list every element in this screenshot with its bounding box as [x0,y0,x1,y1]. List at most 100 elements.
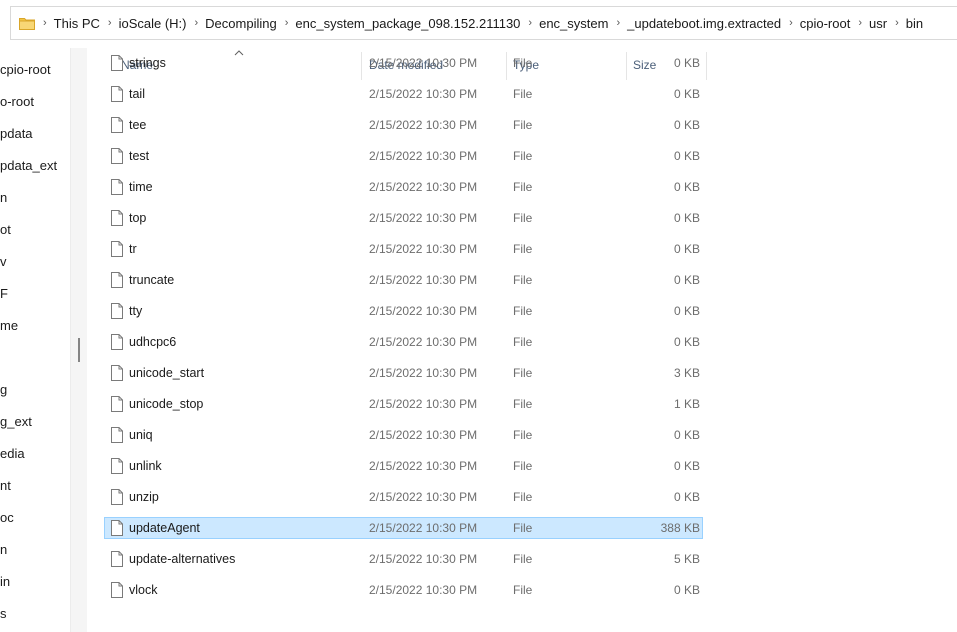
file-size: 0 KB [673,242,700,256]
file-row[interactable]: unlink 2/15/2022 10:30 PM File 0 KB [104,455,703,477]
file-name: tail [129,87,145,101]
file-row[interactable]: strings 2/15/2022 10:30 PM File 0 KB [104,52,703,74]
breadcrumb-item[interactable]: enc_system [539,16,608,31]
file-name: update-alternatives [129,552,236,566]
nav-item[interactable]: g [0,382,7,398]
breadcrumb-item[interactable]: Decompiling [205,16,277,31]
file-row[interactable]: test 2/15/2022 10:30 PM File 0 KB [104,145,703,167]
nav-item[interactable]: n [0,542,7,558]
file-name: strings [129,56,166,70]
file-list[interactable]: Name Date modified Type Size strings 2/15… [88,48,957,632]
nav-item[interactable]: pdata_ext [0,158,57,174]
file-type: File [513,87,533,101]
file-date-modified: 2/15/2022 10:30 PM [369,397,478,411]
file-date-modified: 2/15/2022 10:30 PM [369,459,478,473]
file-icon [111,458,123,474]
file-icon [111,179,123,195]
file-name: unzip [129,490,159,504]
file-icon [111,582,123,598]
nav-item[interactable]: in [0,574,10,590]
file-name: test [129,149,150,163]
file-row[interactable]: time 2/15/2022 10:30 PM File 0 KB [104,176,703,198]
breadcrumb-item[interactable]: This PC [54,16,100,31]
chevron-right-icon[interactable]: › [789,17,793,29]
breadcrumb-item[interactable]: bin [906,16,923,31]
file-row[interactable]: udhcpc6 2/15/2022 10:30 PM File 0 KB [104,331,703,353]
chevron-right-icon[interactable]: › [528,17,532,29]
file-date-modified: 2/15/2022 10:30 PM [369,304,478,318]
nav-item[interactable]: cpio-root [0,62,51,78]
folder-icon [19,17,35,30]
file-type: File [513,56,533,70]
file-size: 0 KB [673,273,700,287]
file-name: unicode_start [129,366,205,380]
file-size: 0 KB [673,149,700,163]
file-type: File [513,397,533,411]
nav-item[interactable]: s [0,606,7,622]
scrollbar-thumb[interactable] [78,338,80,362]
breadcrumb-item[interactable]: ioScale (H:) [119,16,187,31]
file-row[interactable]: update-alternatives 2/15/2022 10:30 PM Fil… [104,548,703,570]
nav-item[interactable]: n [0,190,7,206]
chevron-right-icon[interactable]: › [616,17,620,29]
file-name: unlink [129,459,162,473]
nav-item[interactable]: v [0,254,7,270]
file-icon [111,489,123,505]
file-row[interactable]: unicode_stop 2/15/2022 10:30 PM File 1 KB [104,393,703,415]
file-name: uniq [129,428,153,442]
file-row[interactable]: truncate 2/15/2022 10:30 PM File 0 KB [104,269,703,291]
file-size: 0 KB [673,211,700,225]
nav-item[interactable]: pdata [0,126,33,142]
file-row[interactable]: uniq 2/15/2022 10:30 PM File 0 KB [104,424,703,446]
file-date-modified: 2/15/2022 10:30 PM [369,118,478,132]
file-size: 388 KB [660,521,700,535]
file-row[interactable]: vlock 2/15/2022 10:30 PM File 0 KB [104,579,703,601]
file-type: File [513,180,533,194]
file-date-modified: 2/15/2022 10:30 PM [369,149,478,163]
file-icon [111,396,123,412]
file-row[interactable]: top 2/15/2022 10:30 PM File 0 KB [104,207,703,229]
chevron-right-icon[interactable]: › [195,17,199,29]
file-icon [111,55,123,71]
nav-item[interactable]: nt [0,478,11,494]
column-divider[interactable] [706,52,707,80]
navigation-pane[interactable]: cpio-root o-root pdata pdata_extn ot v Fme g g_e… [0,48,70,632]
breadcrumb-item[interactable]: enc_system_package_098.152.211130 [295,16,520,31]
file-icon [111,303,123,319]
navigation-pane-scrollbar[interactable] [70,48,87,632]
file-icon [111,334,123,350]
file-date-modified: 2/15/2022 10:30 PM [369,335,478,349]
breadcrumb-item[interactable]: usr [869,16,887,31]
file-size: 0 KB [673,87,700,101]
breadcrumb-item[interactable]: cpio-root [800,16,851,31]
nav-item[interactable]: me [0,318,18,334]
breadcrumb-item[interactable]: _updateboot.img.extracted [627,16,781,31]
chevron-right-icon[interactable]: › [858,17,862,29]
file-type: File [513,552,533,566]
file-size: 0 KB [673,304,700,318]
nav-item[interactable]: g_ext [0,414,32,430]
chevron-right-icon[interactable]: › [285,17,289,29]
file-size: 0 KB [673,490,700,504]
file-row[interactable]: tty 2/15/2022 10:30 PM File 0 KB [104,300,703,322]
file-row[interactable]: updateAgent 2/15/2022 10:30 PM File 388 KB [104,517,703,539]
chevron-right-icon[interactable]: › [43,17,47,29]
file-row[interactable]: tail 2/15/2022 10:30 PM File 0 KB [104,83,703,105]
file-size: 3 KB [673,366,700,380]
nav-item[interactable]: F [0,286,8,302]
file-icon [111,551,123,567]
nav-item[interactable]: edia [0,446,25,462]
file-row[interactable]: tr 2/15/2022 10:30 PM File 0 KB [104,238,703,260]
file-row[interactable]: tee 2/15/2022 10:30 PM File 0 KB [104,114,703,136]
file-size: 0 KB [673,335,700,349]
file-name: tr [129,242,137,256]
nav-item[interactable]: ot [0,222,11,238]
file-row[interactable]: unicode_start 2/15/2022 10:30 PM File 3 KB [104,362,703,384]
address-bar[interactable]: › This PC › ioScale (H:) › Decompiling › enc_sy… [10,6,957,40]
file-row[interactable]: unzip 2/15/2022 10:30 PM File 0 KB [104,486,703,508]
chevron-right-icon[interactable]: › [895,17,899,29]
nav-item[interactable]: oc [0,510,14,526]
nav-item[interactable]: o-root [0,94,34,110]
chevron-right-icon[interactable]: › [108,17,112,29]
file-date-modified: 2/15/2022 10:30 PM [369,490,478,504]
